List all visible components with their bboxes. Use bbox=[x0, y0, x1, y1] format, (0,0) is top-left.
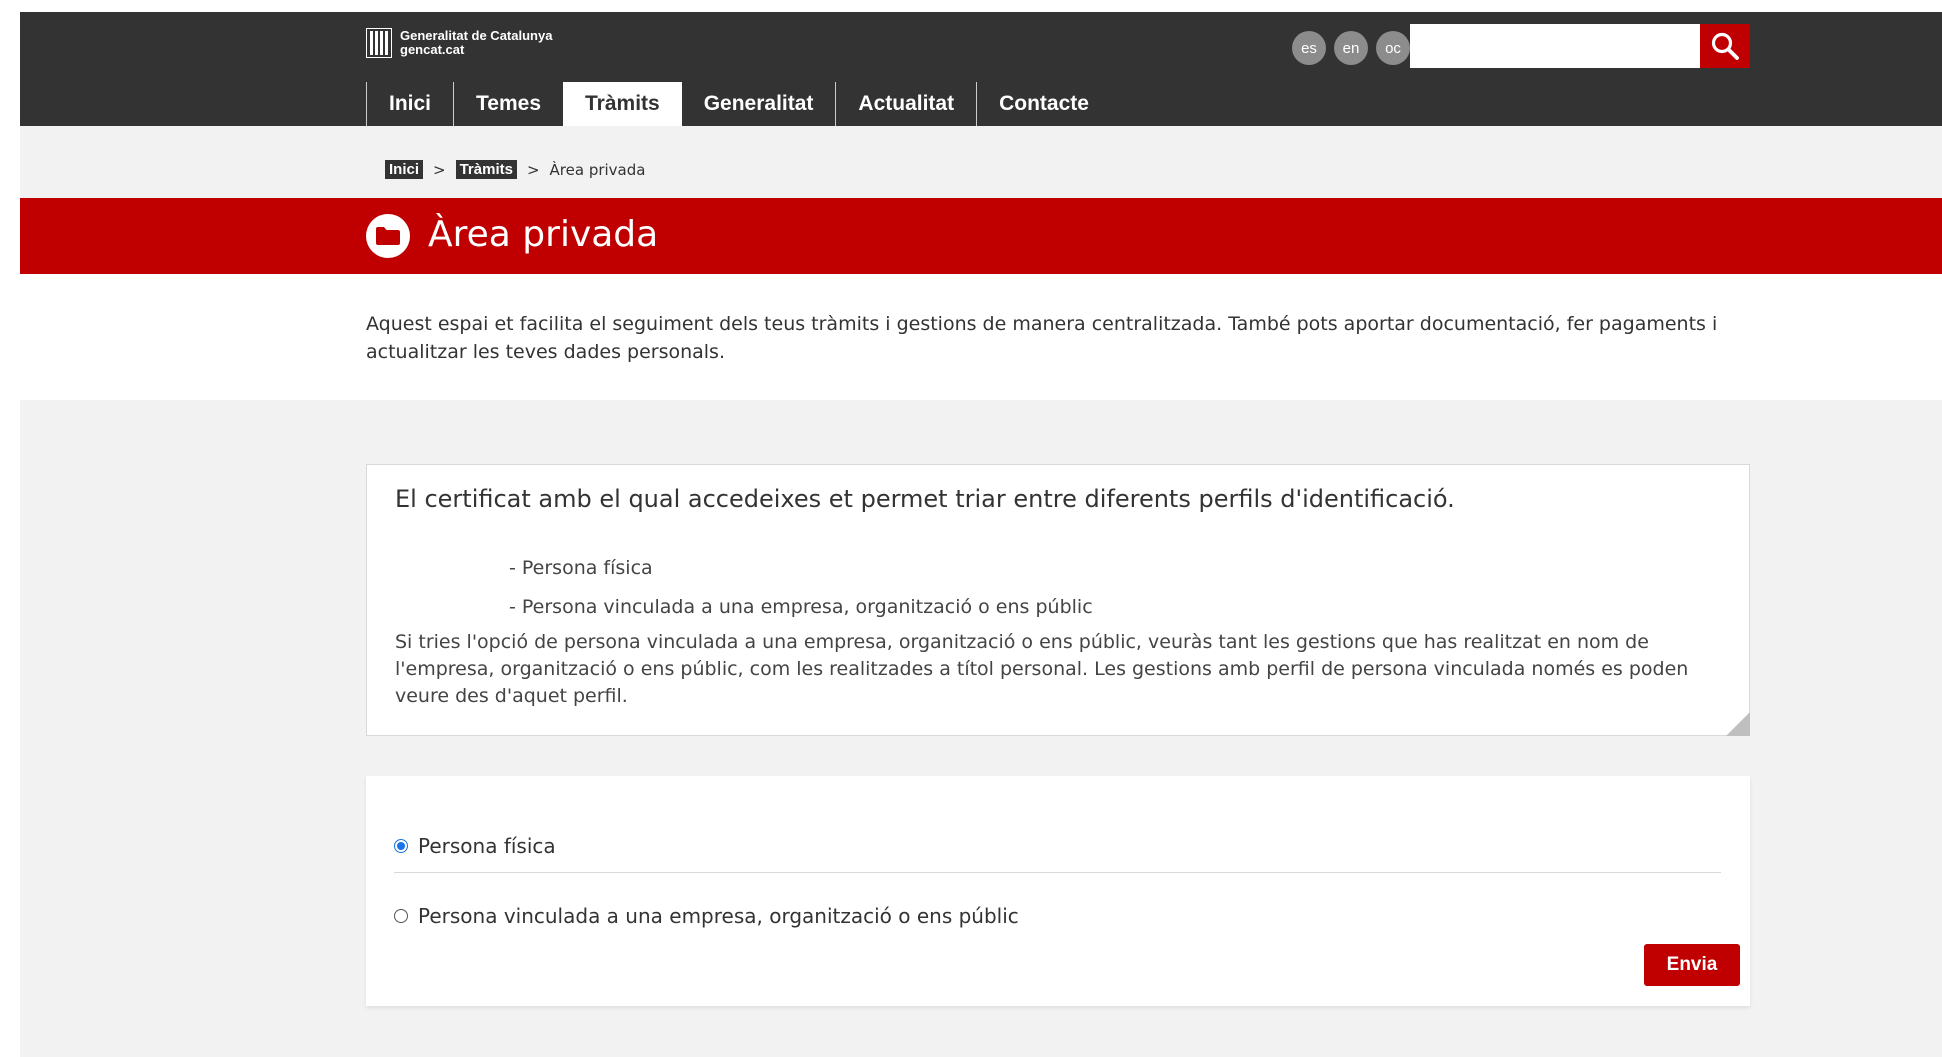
logo-line-2: gencat.cat bbox=[400, 42, 465, 57]
breadcrumb-separator: > bbox=[526, 160, 540, 179]
nav-item-contacte[interactable]: Contacte bbox=[976, 82, 1111, 126]
radio-button[interactable] bbox=[394, 909, 408, 923]
info-description: Si tries l'opció de persona vinculada a … bbox=[395, 631, 1689, 707]
intro-text: Aquest espai et facilita el seguiment de… bbox=[366, 313, 1718, 363]
gencat-logo[interactable]: Generalitat de Catalunya gencat.cat bbox=[366, 27, 552, 59]
breadcrumb-link-tramits[interactable]: Tràmits bbox=[455, 160, 517, 179]
profile-form: Persona física Persona vinculada a una e… bbox=[366, 776, 1750, 1006]
info-option-fisica: - Persona física bbox=[509, 557, 653, 579]
folder-icon bbox=[366, 214, 410, 258]
info-title: El certificat amb el qual accedeixes et … bbox=[395, 485, 1455, 513]
breadcrumb-separator: > bbox=[433, 160, 446, 179]
breadcrumb-current: Àrea privada bbox=[549, 160, 646, 179]
breadcrumb: Inici > Tràmits > Àrea privada bbox=[385, 160, 645, 179]
search-button[interactable] bbox=[1700, 24, 1750, 68]
nav-item-actualitat[interactable]: Actualitat bbox=[835, 82, 976, 126]
logo-line-1: Generalitat de Catalunya bbox=[400, 28, 553, 43]
senyera-icon bbox=[366, 28, 392, 58]
lang-oc-button[interactable]: oc bbox=[1376, 31, 1410, 65]
divider bbox=[394, 872, 1721, 873]
intro-section: Aquest espai et facilita el seguiment de… bbox=[20, 274, 1942, 400]
title-band: Àrea privada bbox=[20, 198, 1942, 274]
main-nav: Inici Temes Tràmits Generalitat Actualit… bbox=[366, 82, 1111, 126]
breadcrumb-link-inici[interactable]: Inici bbox=[385, 160, 424, 179]
search-icon bbox=[1711, 32, 1739, 60]
radio-label: Persona vinculada a una empresa, organit… bbox=[418, 904, 1019, 928]
nav-item-inici[interactable]: Inici bbox=[366, 82, 453, 126]
info-option-vinculada: - Persona vinculada a una empresa, organ… bbox=[509, 596, 1093, 618]
page-fold-decoration bbox=[1726, 712, 1750, 736]
logo-text: Generalitat de Catalunya gencat.cat bbox=[400, 29, 552, 57]
search-input[interactable] bbox=[1410, 24, 1700, 68]
info-box: El certificat amb el qual accedeixes et … bbox=[366, 464, 1750, 736]
radio-persona-fisica[interactable]: Persona física bbox=[394, 834, 556, 858]
radio-persona-vinculada[interactable]: Persona vinculada a una empresa, organit… bbox=[394, 904, 1019, 928]
submit-button[interactable]: Envia bbox=[1644, 944, 1740, 986]
page-title: Àrea privada bbox=[428, 214, 659, 255]
nav-item-generalitat[interactable]: Generalitat bbox=[682, 82, 836, 126]
radio-label: Persona física bbox=[418, 834, 556, 858]
radio-button-checked[interactable] bbox=[394, 839, 408, 853]
page-frame: Generalitat de Catalunya gencat.cat es e… bbox=[20, 12, 1942, 1057]
lang-en-button[interactable]: en bbox=[1334, 31, 1368, 65]
site-header: Generalitat de Catalunya gencat.cat es e… bbox=[20, 12, 1942, 126]
nav-item-temes[interactable]: Temes bbox=[453, 82, 563, 126]
lang-es-button[interactable]: es bbox=[1292, 31, 1326, 65]
nav-item-tramits[interactable]: Tràmits bbox=[563, 82, 682, 126]
